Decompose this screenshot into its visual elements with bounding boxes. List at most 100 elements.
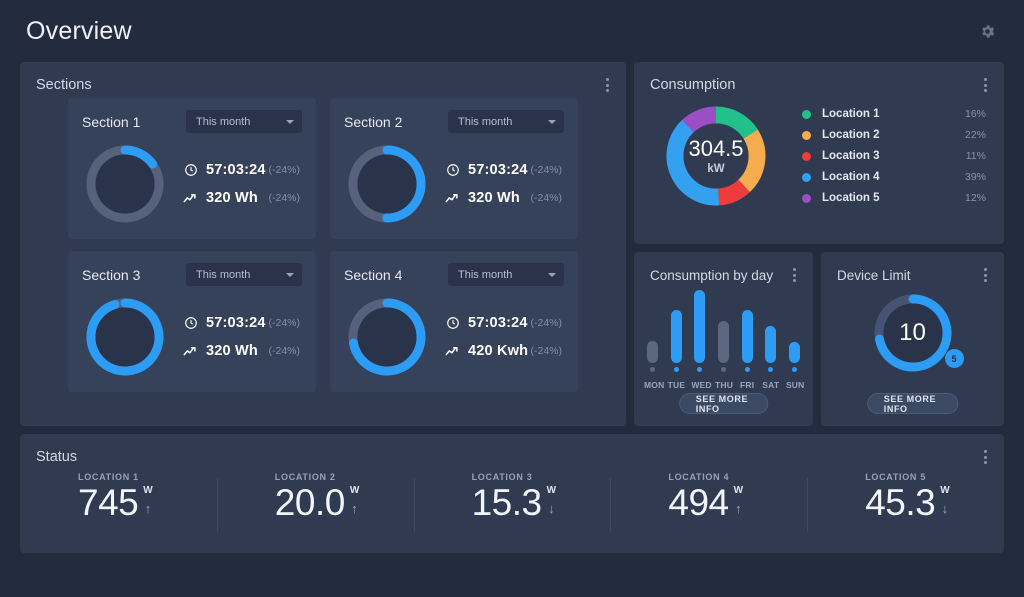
consumption-legend: Location 1 16% Location 2 22% Location 3 11% L… — [802, 104, 1004, 209]
see-more-info-button-device-limit[interactable]: SEE MORE INFO — [866, 393, 959, 414]
kebab-menu-icon[interactable] — [981, 446, 990, 468]
kebab-menu-icon[interactable] — [981, 264, 990, 286]
status-title: Status — [36, 449, 78, 465]
legend-label: Location 1 — [822, 108, 880, 120]
status-value: 15.3 — [471, 482, 543, 523]
period-dropdown[interactable]: This month — [186, 110, 302, 133]
bar-column[interactable] — [691, 290, 708, 372]
section-time-delta: (-24%) — [268, 317, 300, 329]
legend-row[interactable]: Location 3 11% — [802, 146, 986, 167]
period-dropdown[interactable]: This month — [186, 263, 302, 286]
device-limit-header: Device Limit — [821, 252, 1004, 286]
section-card-header: Section 2 This month — [344, 110, 564, 133]
status-side: W ↓ — [547, 484, 556, 516]
kebab-menu-icon[interactable] — [981, 74, 990, 96]
status-item[interactable]: LOCATION 1 745 W ↑ — [20, 472, 217, 521]
status-card: Status LOCATION 1 745 W ↑ LOCATION 2 20.0 W ↑ LO… — [20, 434, 1004, 553]
donut-unit: kW — [707, 162, 725, 175]
status-value: 20.0 — [274, 482, 346, 523]
bar-dot — [720, 367, 726, 372]
legend-percent: 11% — [965, 150, 986, 162]
bar-column[interactable] — [668, 290, 685, 372]
bar-dot — [650, 367, 655, 372]
bar-dot — [744, 367, 750, 372]
day-label: THU — [714, 380, 734, 390]
status-side: W ↓ — [940, 484, 949, 516]
device-limit-card: Device Limit 10 5 SEE MORE INFO — [821, 252, 1004, 426]
status-side: W ↑ — [143, 484, 153, 516]
section-energy-delta: (-24%) — [268, 345, 300, 357]
kebab-menu-icon[interactable] — [603, 74, 612, 96]
bar-dot — [673, 367, 679, 372]
legend-percent: 22% — [964, 129, 986, 141]
status-unit: W — [143, 485, 153, 496]
legend-label: Location 3 — [822, 150, 880, 162]
section-energy-delta: (-24%) — [530, 345, 562, 357]
status-item[interactable]: LOCATION 4 494 W ↑ — [610, 472, 807, 532]
status-value-row: 45.3 W ↓ — [865, 484, 1004, 521]
status-side: W ↑ — [734, 484, 743, 516]
donut-value: 304.5 — [688, 135, 744, 161]
device-limit-badge[interactable]: 5 — [944, 349, 964, 368]
legend-label: Location 2 — [822, 129, 880, 141]
bar-column[interactable] — [739, 290, 756, 372]
status-item[interactable]: LOCATION 3 15.3 W ↓ — [413, 472, 611, 532]
legend-percent: 16% — [964, 108, 986, 120]
status-value: 45.3 — [865, 482, 936, 523]
section-card[interactable]: Section 4 This month 57:03:24 (-24%) 420… — [330, 251, 578, 392]
section-card-header: Section 3 This month — [82, 263, 302, 286]
section-time-row: 57:03:24 (-24%) — [444, 315, 564, 332]
bar-column[interactable] — [715, 290, 732, 372]
legend-row[interactable]: Location 4 39% — [802, 167, 986, 188]
legend-label: Location 5 — [822, 192, 880, 204]
bar-column[interactable] — [762, 290, 779, 372]
section-name: Section 1 — [82, 113, 141, 130]
bar-column[interactable] — [786, 290, 803, 372]
bar — [670, 309, 682, 363]
status-trend-arrow-up-icon: ↑ — [735, 501, 742, 516]
status-value-row: 494 W ↑ — [668, 484, 807, 521]
section-time-value: 57:03:24 — [468, 315, 528, 331]
section-energy-row: 420 Kwh (-24%) — [444, 343, 564, 360]
section-card-body: 57:03:24 (-24%) 320 Wh (-24%) — [344, 141, 564, 227]
section-energy-row: 320 Wh (-24%) — [182, 343, 302, 360]
sections-panel-title: Sections — [36, 77, 92, 93]
section-progress-ring — [344, 141, 430, 227]
period-dropdown-value: This month — [458, 115, 513, 128]
section-card[interactable]: Section 3 This month 57:03:24 (-24%) 320… — [68, 251, 316, 392]
kebab-menu-icon[interactable] — [790, 264, 799, 286]
section-progress-ring — [82, 294, 168, 380]
chevron-down-icon — [286, 272, 294, 277]
trend-icon — [444, 343, 461, 360]
chevron-down-icon — [548, 272, 556, 277]
legend-color-dot — [802, 151, 811, 161]
period-dropdown[interactable]: This month — [448, 263, 564, 286]
status-value: 494 — [668, 482, 729, 523]
section-card[interactable]: Section 2 This month 57:03:24 (-24%) 320… — [330, 98, 578, 239]
bar — [788, 342, 800, 363]
legend-row[interactable]: Location 1 16% — [802, 104, 986, 125]
see-more-info-button-by-day[interactable]: SEE MORE INFO — [678, 393, 769, 414]
day-label: SAT — [762, 380, 780, 390]
section-energy-value: 420 Kwh — [468, 343, 529, 359]
section-name: Section 3 — [82, 266, 141, 283]
trend-icon — [182, 190, 199, 207]
bar-column[interactable] — [644, 290, 661, 372]
section-stats: 57:03:24 (-24%) 320 Wh (-24%) — [182, 162, 302, 207]
period-dropdown[interactable]: This month — [448, 110, 564, 133]
status-value-row: 745 W ↑ — [78, 484, 217, 521]
legend-row[interactable]: Location 2 22% — [802, 125, 986, 146]
section-card-body: 57:03:24 (-24%) 420 Kwh (-24%) — [344, 294, 564, 380]
status-unit: W — [349, 485, 360, 496]
section-card[interactable]: Section 1 This month 57:03:24 (-24%) 320… — [68, 98, 316, 239]
chevron-down-icon — [548, 119, 556, 124]
status-item[interactable]: LOCATION 5 45.3 W ↓ — [807, 472, 1004, 532]
status-item[interactable]: LOCATION 2 20.0 W ↑ — [216, 472, 414, 532]
status-location-label: LOCATION 1 — [78, 472, 139, 482]
status-location-label: LOCATION 2 — [274, 472, 336, 482]
trend-icon — [182, 343, 199, 360]
legend-row[interactable]: Location 5 12% — [802, 188, 986, 209]
chevron-down-icon — [286, 119, 294, 124]
gear-icon[interactable] — [974, 18, 1000, 44]
status-header: Status — [20, 434, 1004, 468]
